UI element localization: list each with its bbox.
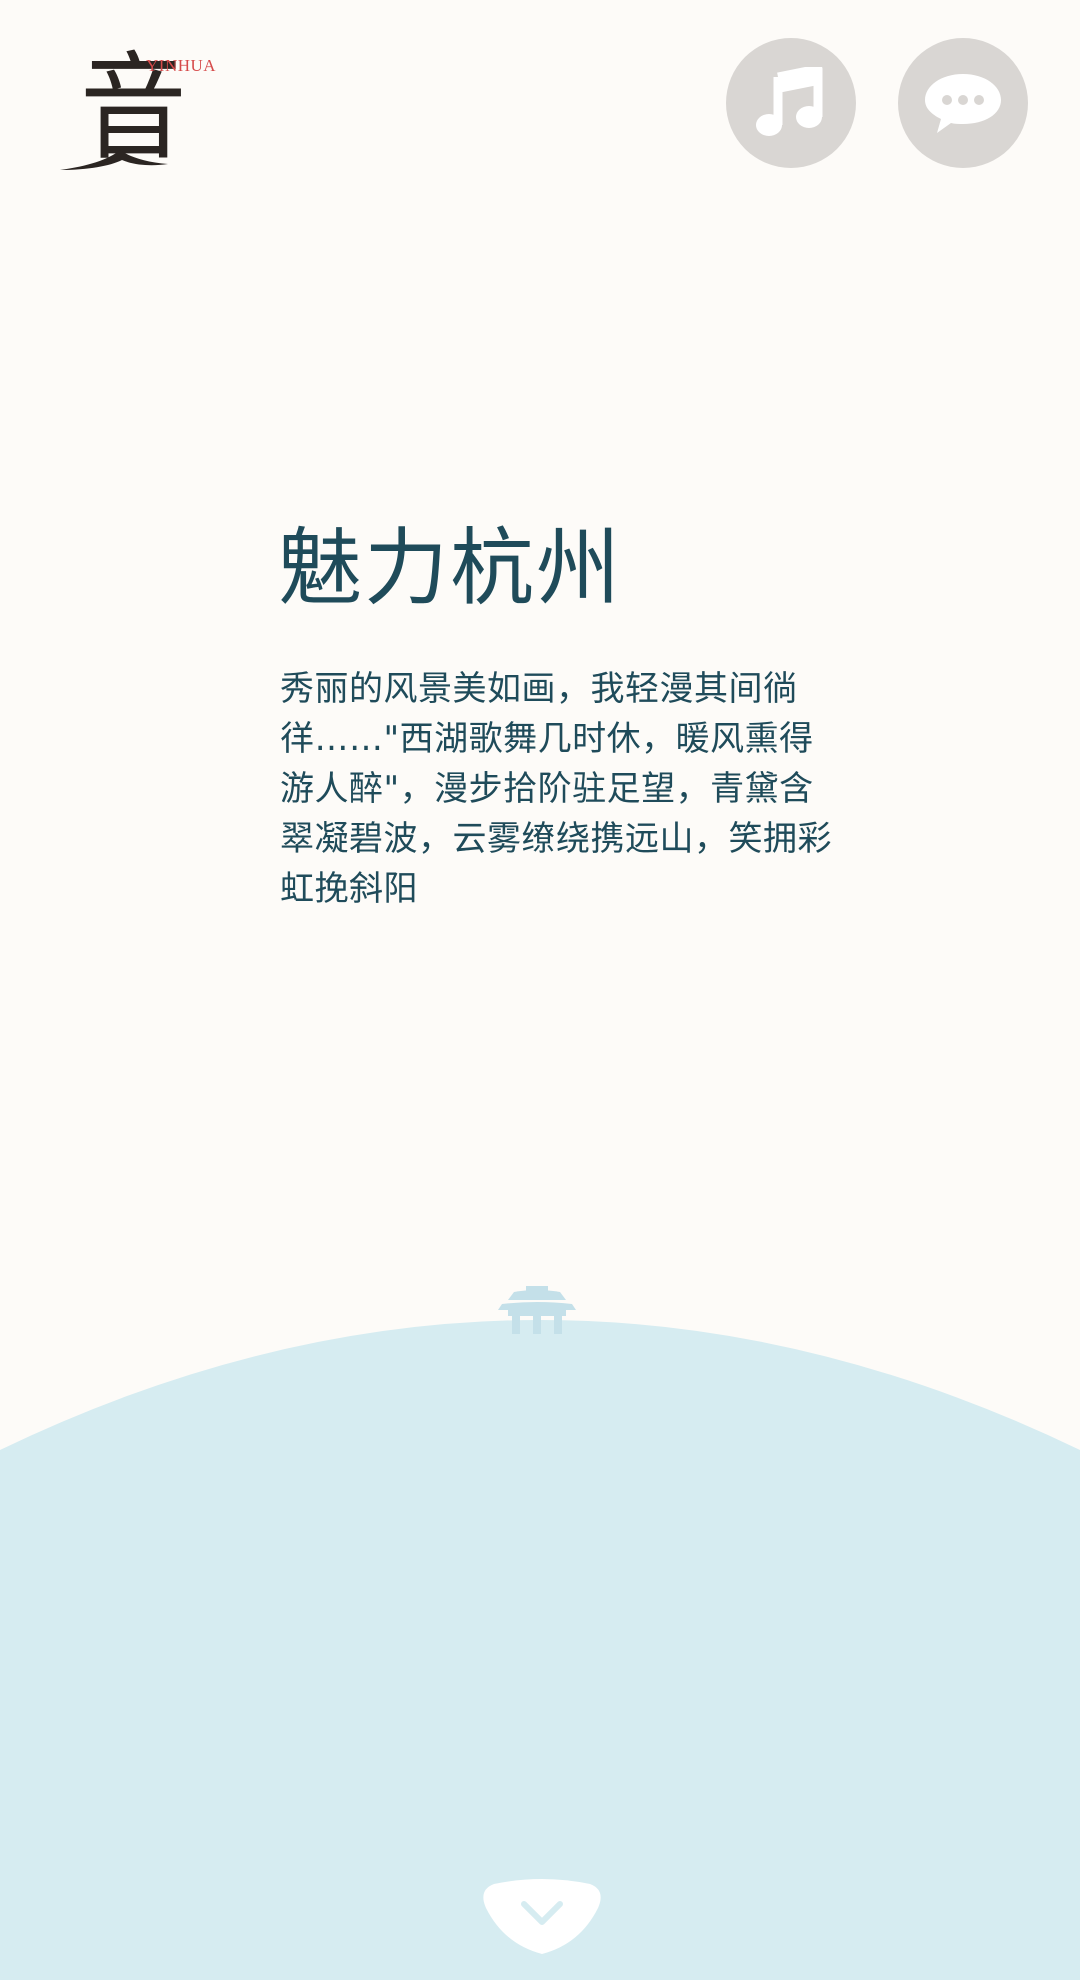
intro-paragraph: 秀丽的风景美如画，我轻漫其间徜徉……"西湖歌舞几时休，暖风熏得游人醉"，漫步拾阶… <box>280 669 832 909</box>
logo-wordmark: YINHUA <box>146 56 217 75</box>
music-toggle-button[interactable] <box>726 38 856 168</box>
brand-logo: 音 YINHUA <box>58 44 238 179</box>
comment-button[interactable] <box>898 38 1028 168</box>
music-note-icon <box>756 67 823 136</box>
hill-illustration <box>0 1286 1080 1980</box>
scroll-down-button[interactable] <box>480 1878 604 1958</box>
logo-wave-icon <box>60 150 168 170</box>
page-title: 魅力杭州 <box>278 519 623 617</box>
chat-bubble-icon <box>925 74 1001 133</box>
